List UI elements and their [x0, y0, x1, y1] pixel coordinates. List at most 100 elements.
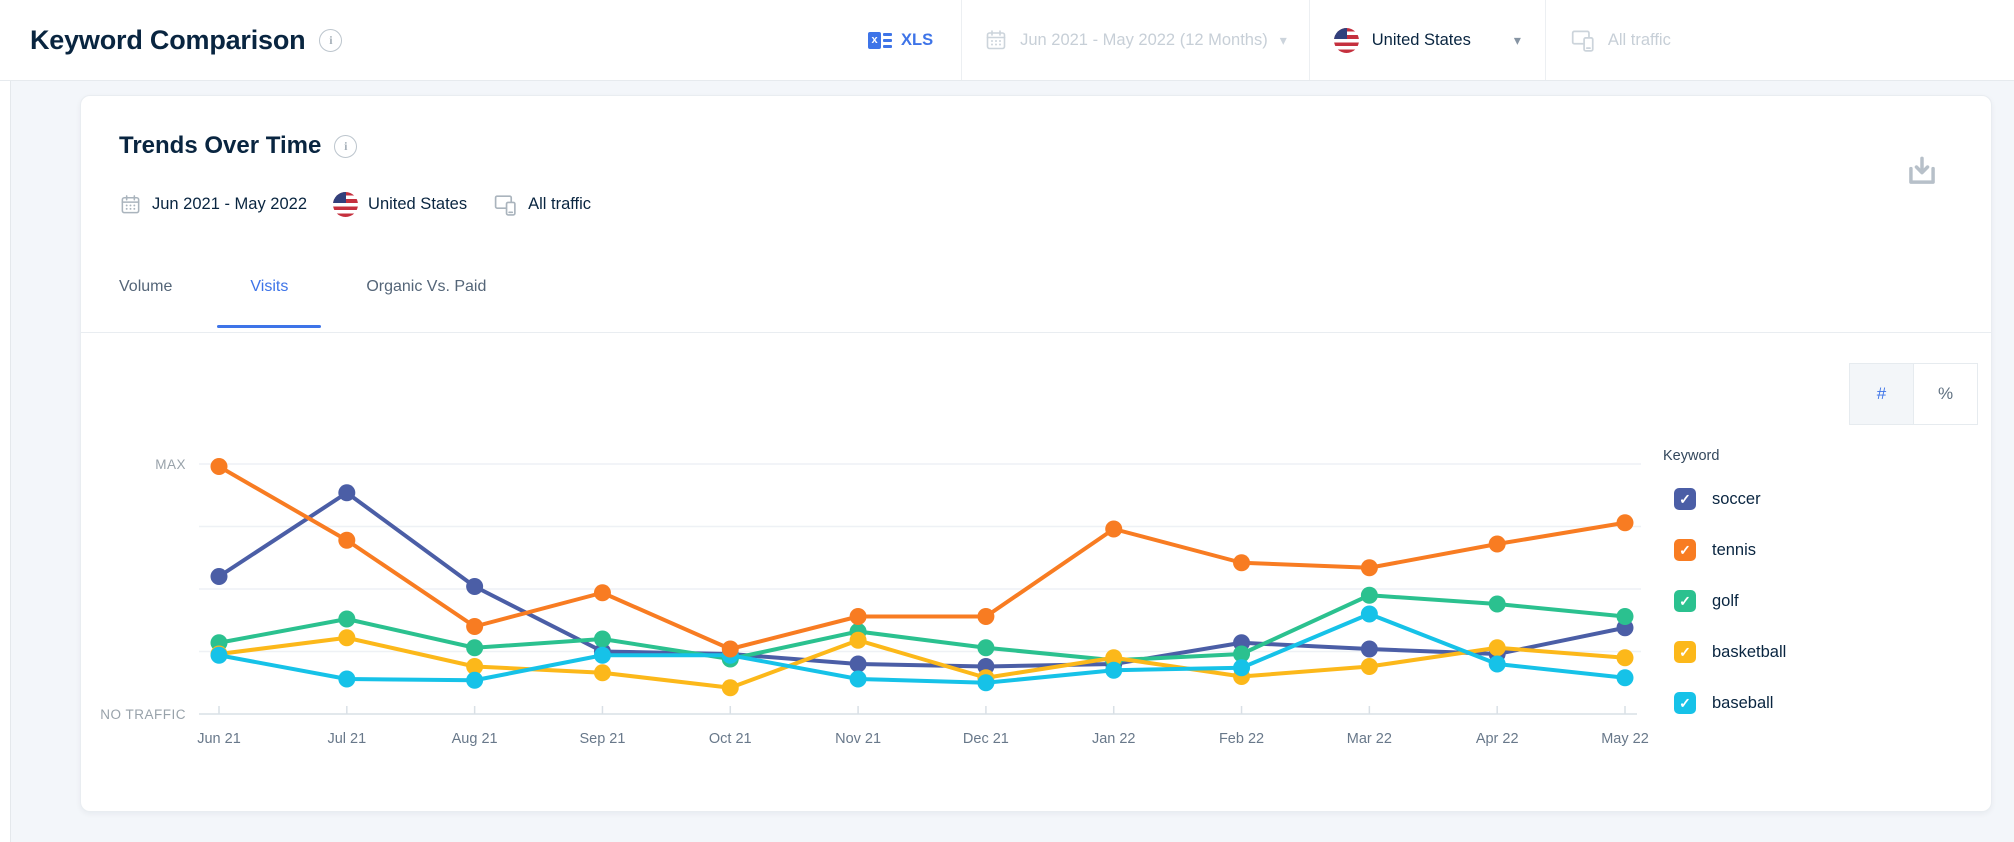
- data-point-tennis-May-22[interactable]: [1616, 514, 1634, 532]
- checkbox-basketball[interactable]: ✓: [1674, 641, 1696, 663]
- data-point-baseball-Dec-21[interactable]: [977, 674, 995, 692]
- page-title: Keyword Comparison: [30, 24, 306, 55]
- us-flag-icon: [333, 192, 359, 217]
- card-country: United States: [368, 195, 468, 213]
- country-dropdown[interactable]: United States ▾: [1308, 0, 1545, 80]
- data-point-tennis-Mar-22[interactable]: [1360, 559, 1378, 577]
- y-axis-max-label: MAX: [155, 457, 186, 472]
- legend-title: Keyword: [1663, 448, 1720, 464]
- data-point-basketball-Apr-22[interactable]: [1488, 639, 1506, 657]
- x-axis-label: Jun 21: [197, 731, 241, 747]
- x-axis-label: Apr 22: [1476, 731, 1519, 747]
- data-point-golf-Apr-22[interactable]: [1488, 595, 1506, 613]
- data-point-basketball-May-22[interactable]: [1616, 649, 1634, 667]
- data-point-baseball-Aug-21[interactable]: [466, 671, 484, 689]
- data-point-tennis-Aug-21[interactable]: [466, 618, 484, 635]
- data-point-soccer-Jul-21[interactable]: [338, 484, 356, 502]
- data-point-baseball-Apr-22[interactable]: [1488, 655, 1506, 673]
- legend-label: basketball: [1712, 642, 1787, 661]
- data-point-tennis-Sep-21[interactable]: [593, 584, 611, 602]
- trends-over-time-card: Trends Over Time i Jun 2021 - May 2022 U…: [80, 95, 1992, 812]
- x-axis-label: Aug 21: [452, 731, 498, 747]
- data-point-baseball-Jan-22[interactable]: [1105, 661, 1123, 679]
- data-point-soccer-Nov-21[interactable]: [849, 655, 867, 673]
- data-point-basketball-Nov-21[interactable]: [849, 631, 867, 649]
- tab-volume[interactable]: Volume: [119, 278, 172, 328]
- checkbox-baseball[interactable]: ✓: [1674, 692, 1696, 714]
- legend-item-golf[interactable]: ✓ golf: [1674, 590, 1963, 612]
- card-title: Trends Over Time: [119, 132, 322, 159]
- card-date-range: Jun 2021 - May 2022: [152, 195, 308, 213]
- calendar-icon: [986, 30, 1006, 50]
- calendar-icon: [121, 195, 140, 214]
- legend-label: baseball: [1712, 693, 1774, 712]
- series-line-baseball: [217, 612, 1627, 685]
- x-axis-label: Nov 21: [835, 731, 881, 747]
- date-range-label: Jun 2021 - May 2022 (12 Months): [1020, 30, 1268, 49]
- desktop-mobile-icon: [494, 195, 516, 216]
- data-point-golf-May-22[interactable]: [1616, 608, 1634, 625]
- card-traffic-type: All traffic: [528, 195, 592, 213]
- data-point-tennis-Oct-21[interactable]: [721, 640, 739, 658]
- x-axis-label: Jan 22: [1092, 731, 1136, 747]
- tabs-divider: [81, 332, 1991, 333]
- data-point-tennis-Jul-21[interactable]: [338, 531, 356, 549]
- data-point-baseball-Jun-21[interactable]: [210, 646, 228, 664]
- data-point-baseball-Sep-21[interactable]: [593, 646, 611, 664]
- data-point-soccer-Jun-21[interactable]: [210, 568, 228, 585]
- data-point-baseball-Feb-22[interactable]: [1233, 659, 1251, 677]
- x-axis-label: Dec 21: [963, 731, 1009, 747]
- data-point-golf-Aug-21[interactable]: [466, 639, 484, 657]
- data-point-golf-Sep-21[interactable]: [593, 630, 611, 648]
- checkbox-tennis[interactable]: ✓: [1674, 539, 1696, 561]
- chart-tabs: Volume Visits Organic Vs. Paid: [119, 278, 486, 328]
- date-range-dropdown[interactable]: Jun 2021 - May 2022 (12 Months) ▾: [961, 0, 1309, 80]
- data-point-tennis-Feb-22[interactable]: [1233, 554, 1251, 572]
- desktop-mobile-icon: [1571, 30, 1594, 52]
- data-point-golf-Mar-22[interactable]: [1360, 586, 1378, 604]
- data-point-tennis-Dec-21[interactable]: [977, 608, 995, 625]
- tab-visits[interactable]: Visits: [217, 278, 322, 328]
- data-point-tennis-Jan-22[interactable]: [1105, 520, 1123, 538]
- data-point-tennis-Nov-21[interactable]: [849, 608, 867, 625]
- export-xls-button[interactable]: x XLS: [858, 0, 961, 80]
- data-point-baseball-Jul-21[interactable]: [338, 670, 356, 688]
- unit-toggle-number[interactable]: #: [1849, 363, 1914, 425]
- data-point-baseball-Nov-21[interactable]: [849, 670, 867, 688]
- header-controls: x XLS Jun 2021 - May 2022 (12 Months) ▾ …: [858, 0, 1695, 80]
- legend-label: golf: [1712, 591, 1739, 610]
- data-point-basketball-Mar-22[interactable]: [1360, 658, 1378, 675]
- x-axis-label: Sep 21: [579, 731, 625, 747]
- data-point-soccer-Aug-21[interactable]: [466, 578, 484, 595]
- keyword-comparison-page: Keyword Comparison i x XLS Jun 2021 - Ma…: [0, 0, 2014, 842]
- download-tray-icon: [1909, 156, 1935, 184]
- data-point-basketball-Jul-21[interactable]: [338, 629, 356, 647]
- info-icon[interactable]: i: [319, 28, 343, 52]
- data-point-baseball-Mar-22[interactable]: [1360, 605, 1378, 623]
- legend-label: tennis: [1712, 540, 1757, 559]
- checkbox-soccer[interactable]: ✓: [1674, 488, 1696, 510]
- legend-item-basketball[interactable]: ✓ basketball: [1674, 641, 1963, 663]
- tab-organic-vs-paid[interactable]: Organic Vs. Paid: [366, 278, 486, 328]
- legend-item-baseball[interactable]: ✓ baseball: [1674, 692, 1963, 714]
- data-point-soccer-Mar-22[interactable]: [1360, 640, 1378, 658]
- legend-item-soccer[interactable]: ✓ soccer: [1674, 488, 1963, 510]
- top-header-bar: Keyword Comparison i x XLS Jun 2021 - Ma…: [0, 0, 2014, 81]
- checkbox-golf[interactable]: ✓: [1674, 590, 1696, 612]
- data-point-baseball-May-22[interactable]: [1616, 669, 1634, 687]
- data-point-golf-Dec-21[interactable]: [977, 639, 995, 657]
- x-axis-label: Jul 21: [327, 731, 366, 747]
- download-chart-button[interactable]: [1901, 150, 1943, 192]
- export-xls-label: XLS: [901, 30, 934, 49]
- legend-label: soccer: [1712, 489, 1761, 508]
- data-point-basketball-Oct-21[interactable]: [721, 679, 739, 697]
- legend-item-tennis[interactable]: ✓ tennis: [1674, 539, 1963, 561]
- x-axis-label: Feb 22: [1219, 731, 1264, 747]
- data-point-golf-Jul-21[interactable]: [338, 610, 356, 628]
- data-point-basketball-Sep-21[interactable]: [593, 664, 611, 682]
- data-point-tennis-Apr-22[interactable]: [1488, 535, 1506, 553]
- data-point-tennis-Jun-21[interactable]: [210, 458, 228, 475]
- info-icon[interactable]: i: [334, 134, 358, 158]
- unit-toggle-percent[interactable]: %: [1914, 363, 1978, 425]
- traffic-type-control[interactable]: All traffic: [1544, 0, 1695, 80]
